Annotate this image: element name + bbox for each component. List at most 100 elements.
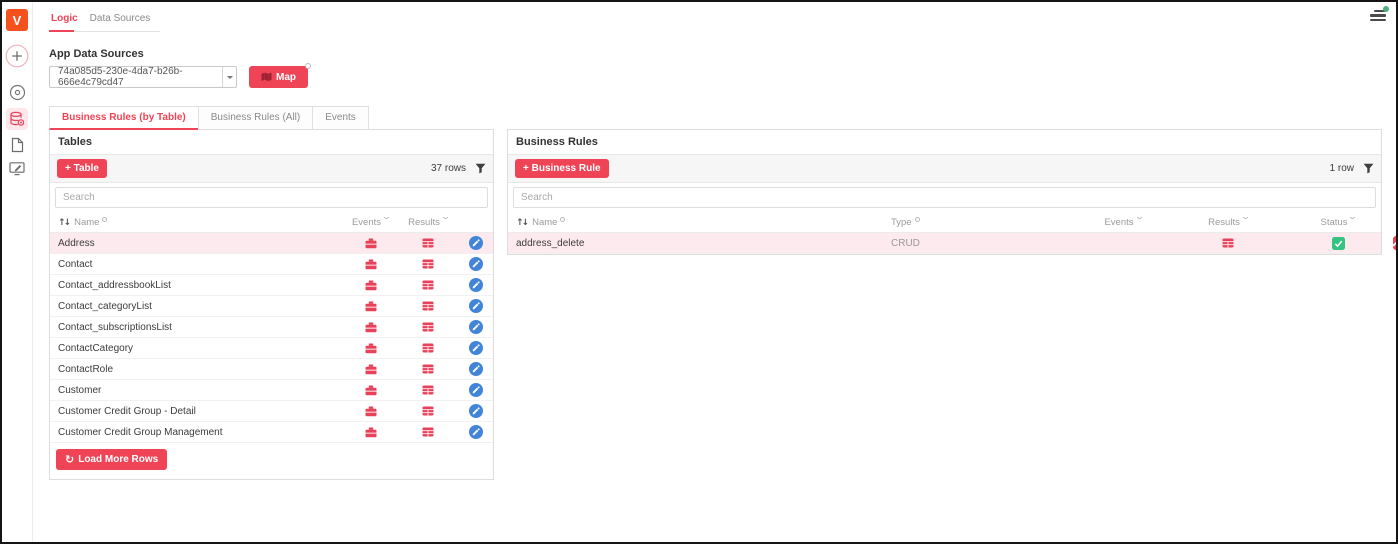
table-name: Address bbox=[50, 238, 343, 249]
tab-events[interactable]: Events bbox=[312, 106, 369, 130]
briefcase-icon bbox=[365, 385, 377, 396]
tab-data-sources[interactable]: Data Sources bbox=[88, 8, 161, 31]
load-more-rows-button[interactable]: ↻ Load More Rows bbox=[56, 449, 167, 470]
target-icon[interactable] bbox=[9, 84, 26, 101]
edit-button[interactable] bbox=[458, 236, 493, 250]
events-button[interactable] bbox=[343, 385, 398, 396]
rules-header-name[interactable]: ↑↓Name bbox=[508, 217, 883, 228]
results-button[interactable] bbox=[398, 343, 458, 353]
app-data-sources-label: App Data Sources bbox=[49, 48, 1382, 60]
column-info-icon[interactable] bbox=[443, 217, 448, 219]
edit-button[interactable] bbox=[1393, 236, 1398, 250]
app-logo[interactable]: V bbox=[6, 9, 28, 31]
results-button[interactable] bbox=[1173, 238, 1283, 248]
events-button[interactable] bbox=[343, 322, 398, 333]
column-info-icon[interactable] bbox=[1350, 217, 1355, 219]
icon-sidebar: V bbox=[2, 2, 33, 542]
edit-button[interactable] bbox=[458, 278, 493, 292]
table-row[interactable]: ContactCategory bbox=[50, 338, 493, 359]
tables-search-input[interactable] bbox=[55, 187, 488, 208]
tables-header: ↑↓Name Events Results bbox=[50, 212, 493, 233]
results-button[interactable] bbox=[398, 322, 458, 332]
tables-panel-title: Tables bbox=[50, 130, 493, 155]
pencil-icon bbox=[472, 344, 480, 352]
events-button[interactable] bbox=[343, 427, 398, 438]
pencil-icon bbox=[472, 323, 480, 331]
edit-button[interactable] bbox=[458, 257, 493, 271]
table-row[interactable]: Contact_categoryList bbox=[50, 296, 493, 317]
table-row[interactable]: Customer bbox=[50, 380, 493, 401]
edit-button[interactable] bbox=[458, 362, 493, 376]
filter-icon[interactable] bbox=[475, 163, 486, 174]
results-button[interactable] bbox=[398, 364, 458, 374]
events-button[interactable] bbox=[343, 343, 398, 354]
edit-button[interactable] bbox=[458, 383, 493, 397]
table-row[interactable]: Address bbox=[50, 233, 493, 254]
rules-header-status[interactable]: Status bbox=[1283, 217, 1393, 228]
results-button[interactable] bbox=[398, 280, 458, 290]
events-button[interactable] bbox=[343, 238, 398, 249]
business-rules-title: Business Rules bbox=[508, 130, 1381, 155]
events-button[interactable] bbox=[343, 280, 398, 291]
edit-button[interactable] bbox=[458, 299, 493, 313]
tab-logic[interactable]: Logic bbox=[49, 8, 88, 31]
rules-header-results[interactable]: Results bbox=[1173, 217, 1283, 228]
column-info-icon[interactable] bbox=[102, 217, 107, 222]
data-source-select[interactable]: 74a085d5-230e-4da7-b26b-666e4c79cd47 bbox=[49, 66, 237, 88]
add-table-button[interactable]: + Table bbox=[57, 159, 107, 178]
add-plus-icon[interactable] bbox=[5, 44, 29, 68]
table-row[interactable]: Contact bbox=[50, 254, 493, 275]
filter-icon[interactable] bbox=[1363, 163, 1374, 174]
results-button[interactable] bbox=[398, 406, 458, 416]
chevron-down-icon[interactable] bbox=[222, 67, 236, 87]
rules-search-input[interactable] bbox=[513, 187, 1376, 208]
table-row[interactable]: Customer Credit Group - Detail bbox=[50, 401, 493, 422]
table-name: ContactRole bbox=[50, 364, 343, 375]
tab-business-rules-all[interactable]: Business Rules (All) bbox=[198, 106, 313, 130]
table-row[interactable]: ContactRole bbox=[50, 359, 493, 380]
edit-button[interactable] bbox=[458, 425, 493, 439]
column-info-icon[interactable] bbox=[1243, 217, 1248, 219]
results-button[interactable] bbox=[398, 385, 458, 395]
results-button[interactable] bbox=[398, 259, 458, 269]
map-button[interactable]: Map bbox=[249, 66, 308, 88]
add-business-rule-button[interactable]: + Business Rule bbox=[515, 159, 609, 178]
rules-header-events[interactable]: Events bbox=[1073, 217, 1173, 228]
design-monitor-icon[interactable] bbox=[9, 161, 25, 176]
table-row[interactable]: Contact_addressbookList bbox=[50, 275, 493, 296]
events-button[interactable] bbox=[343, 406, 398, 417]
results-grid-icon bbox=[422, 280, 434, 290]
sort-icon[interactable]: ↑↓ bbox=[516, 218, 527, 228]
column-info-icon[interactable] bbox=[384, 217, 389, 219]
column-info-icon[interactable] bbox=[915, 217, 920, 222]
column-info-icon[interactable] bbox=[1137, 217, 1142, 219]
status-toggle[interactable] bbox=[1283, 237, 1393, 250]
sort-icon[interactable]: ↑↓ bbox=[58, 218, 69, 228]
results-button[interactable] bbox=[398, 238, 458, 248]
rule-type: CRUD bbox=[883, 238, 1073, 249]
table-name: Customer Credit Group - Detail bbox=[50, 406, 343, 417]
database-gear-icon[interactable] bbox=[6, 108, 28, 130]
column-info-icon[interactable] bbox=[560, 217, 565, 222]
edit-button[interactable] bbox=[458, 341, 493, 355]
tab-business-rules-by-table[interactable]: Business Rules (by Table) bbox=[49, 106, 199, 130]
events-button[interactable] bbox=[343, 301, 398, 312]
pencil-icon bbox=[472, 260, 480, 268]
tables-header-events[interactable]: Events bbox=[343, 217, 398, 228]
edit-button[interactable] bbox=[458, 320, 493, 334]
edit-button[interactable] bbox=[458, 404, 493, 418]
events-button[interactable] bbox=[343, 364, 398, 375]
pencil-icon bbox=[472, 281, 480, 289]
results-button[interactable] bbox=[398, 427, 458, 437]
business-rule-row[interactable]: address_deleteCRUD bbox=[508, 233, 1381, 254]
table-row[interactable]: Customer Credit Group Management bbox=[50, 422, 493, 443]
tables-header-results[interactable]: Results bbox=[398, 217, 458, 228]
table-row[interactable]: Contact_subscriptionsList bbox=[50, 317, 493, 338]
rules-header-type[interactable]: Type bbox=[883, 217, 1073, 228]
tables-header-name[interactable]: ↑↓Name bbox=[50, 217, 343, 228]
events-button[interactable] bbox=[343, 259, 398, 270]
results-button[interactable] bbox=[398, 301, 458, 311]
pages-icon[interactable] bbox=[10, 137, 24, 153]
main-content: Logic Data Sources App Data Sources 74a0… bbox=[34, 2, 1396, 542]
top-tab-bar: Logic Data Sources bbox=[49, 8, 160, 32]
